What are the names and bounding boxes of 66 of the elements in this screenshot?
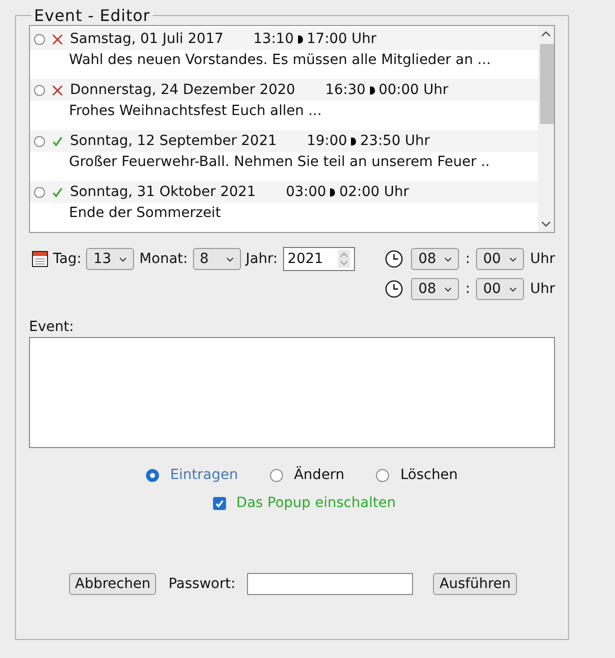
action-radio[interactable] bbox=[270, 468, 283, 482]
event-end: 00:00 Uhr bbox=[378, 82, 448, 98]
clock-icon bbox=[385, 250, 404, 268]
minute-select[interactable]: 00 bbox=[476, 248, 524, 270]
arrow-icon bbox=[298, 34, 303, 44]
submit-button[interactable]: Ausführen bbox=[433, 573, 517, 595]
year-label: Jahr: bbox=[246, 251, 278, 267]
event-description: Wahl des neuen Vorstandes. Es müssen alle Mitglieder an ... bbox=[68, 51, 492, 70]
event-start: 19:00 bbox=[306, 133, 348, 149]
action-radio[interactable] bbox=[146, 468, 160, 482]
event-description: Großer Feuerwehr-Ball. Nehmen Sie teil an unserem Feuer .. bbox=[68, 153, 491, 172]
event-end: 02:00 Uhr bbox=[339, 184, 409, 200]
hour-select[interactable]: 08 bbox=[411, 278, 460, 300]
event-radio[interactable] bbox=[34, 84, 45, 96]
action-label: Ändern bbox=[294, 467, 344, 483]
time-unit: Uhr bbox=[530, 281, 555, 297]
event-description: Frohes Weihnachtsfest Euch allen ... bbox=[68, 102, 323, 121]
month-select[interactable]: 8 bbox=[192, 248, 241, 270]
caret-icon bbox=[226, 256, 234, 262]
minute-select[interactable]: 00 bbox=[476, 278, 524, 300]
action-label: Eintragen bbox=[170, 467, 238, 483]
arrow-icon bbox=[351, 136, 356, 146]
action-label: Löschen bbox=[400, 467, 458, 483]
event-date: Samstag, 01 Juli 2017 bbox=[70, 31, 224, 47]
event-end: 17:00 Uhr bbox=[306, 31, 376, 47]
event-radio[interactable] bbox=[34, 34, 45, 44]
day-label: Tag: bbox=[53, 251, 82, 267]
scroll-up-icon[interactable] bbox=[541, 31, 551, 37]
calendar-icon bbox=[32, 251, 48, 267]
caret-icon bbox=[509, 286, 518, 292]
event-start: 16:30 bbox=[325, 82, 366, 98]
scroll-down-icon[interactable] bbox=[541, 221, 551, 227]
popup-checkbox[interactable] bbox=[213, 496, 226, 510]
year-field[interactable]: 2021 bbox=[282, 247, 355, 271]
arrow-icon bbox=[330, 188, 336, 196]
scrollbar[interactable] bbox=[538, 26, 554, 232]
spinner-icon[interactable] bbox=[338, 250, 350, 268]
editor-title: Event - Editor bbox=[33, 6, 152, 25]
event-end: 23:50 Uhr bbox=[360, 133, 430, 149]
event-radio[interactable] bbox=[34, 136, 45, 146]
caret-icon bbox=[509, 256, 518, 262]
popup-label: Das Popup einschalten bbox=[236, 495, 396, 511]
event-date: Donnerstag, 24 Dezember 2020 bbox=[70, 82, 296, 98]
day-select[interactable]: 13 bbox=[86, 248, 134, 270]
arrow-icon bbox=[370, 86, 375, 94]
hour-select[interactable]: 08 bbox=[411, 248, 460, 270]
caret-icon bbox=[444, 286, 452, 292]
action-radio[interactable] bbox=[376, 468, 390, 482]
time-unit: Uhr bbox=[530, 251, 555, 267]
event-description: Ende der Sommerzeit bbox=[68, 204, 222, 223]
event-radio[interactable] bbox=[34, 186, 45, 198]
password-label: Passwort: bbox=[168, 576, 236, 592]
time-separator: : bbox=[465, 251, 470, 267]
cancel-button[interactable]: Abbrechen bbox=[69, 573, 156, 595]
event-date: Sonntag, 31 Oktober 2021 bbox=[70, 184, 256, 200]
clock-icon bbox=[385, 280, 404, 298]
month-label: Monat: bbox=[139, 251, 188, 267]
caret-icon bbox=[444, 256, 452, 262]
password-field[interactable] bbox=[247, 573, 414, 595]
caret-icon bbox=[119, 256, 128, 262]
event-label: Event: bbox=[29, 319, 75, 335]
event-textarea[interactable] bbox=[29, 337, 555, 448]
event-start: 13:10 bbox=[253, 31, 294, 47]
time-separator: : bbox=[465, 281, 470, 297]
event-start: 03:00 bbox=[286, 184, 326, 200]
event-date: Sonntag, 12 September 2021 bbox=[70, 133, 277, 149]
